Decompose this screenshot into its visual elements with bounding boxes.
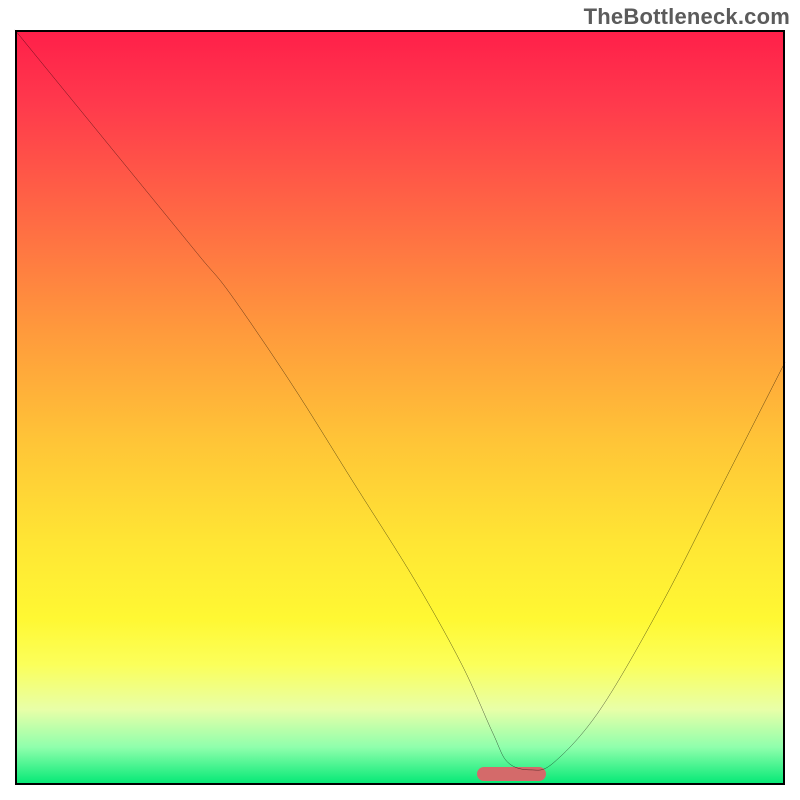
curve-path — [15, 30, 785, 770]
watermark-text: TheBottleneck.com — [584, 4, 790, 30]
plot-area — [15, 30, 785, 785]
chart-root: TheBottleneck.com — [0, 0, 800, 800]
bottleneck-curve — [15, 30, 785, 785]
